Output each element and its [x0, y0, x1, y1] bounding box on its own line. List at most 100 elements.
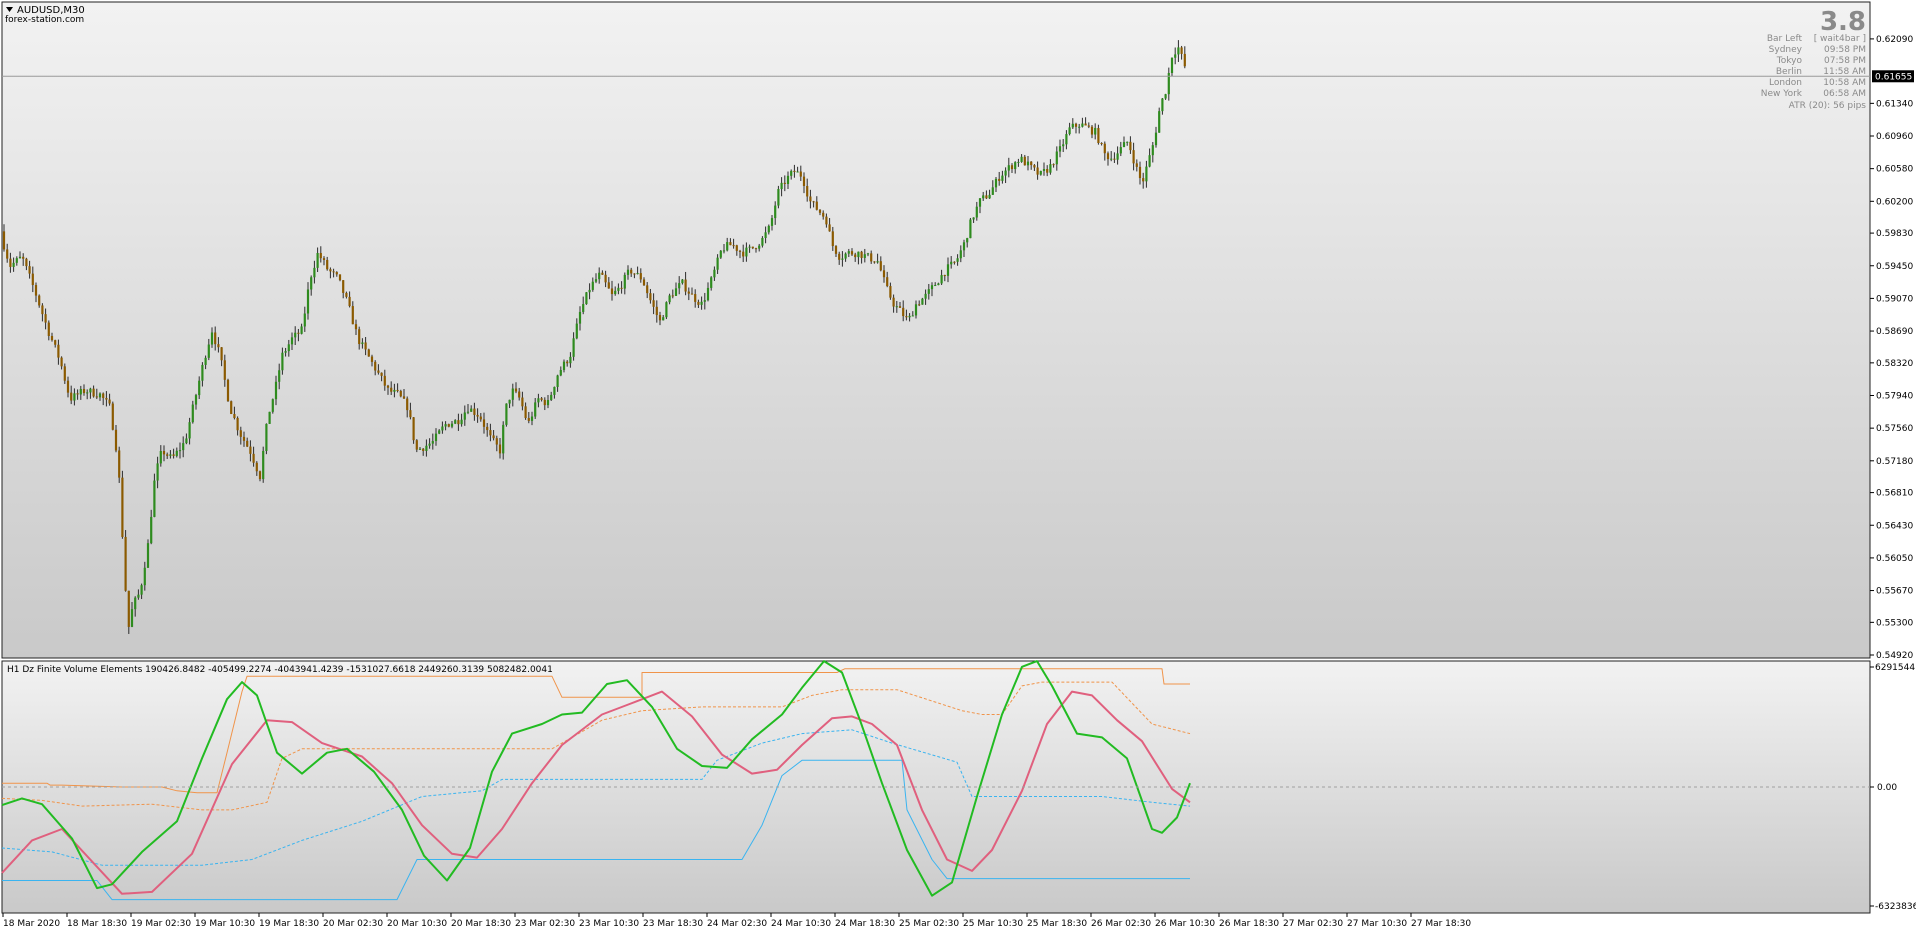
price-tick-label: 0.57180 [1876, 457, 1913, 467]
candle-body [150, 516, 153, 544]
candle-body [604, 274, 607, 283]
price-axis: 0.62090 0.61340 0.60960 0.60580 0.60200 0.598… [1870, 35, 1913, 661]
candle-body [895, 306, 898, 308]
candle-body [774, 205, 777, 219]
time-tick-label: 24 Mar 10:30 [771, 919, 831, 929]
candle-body [409, 410, 412, 418]
candle-body [335, 272, 338, 275]
candle-body [262, 450, 265, 480]
candle-body [447, 424, 450, 427]
candle-body [588, 289, 591, 293]
candle-body [271, 399, 274, 412]
candle-body [236, 417, 239, 431]
candle-body [130, 609, 134, 627]
price-tick-label: 0.60580 [1876, 165, 1913, 175]
price-tick-label: 0.57940 [1876, 392, 1913, 402]
candle-body [537, 398, 540, 403]
candle-body [412, 417, 415, 441]
candle-body [1158, 111, 1161, 133]
time-tick-label: 20 Mar 18:30 [451, 919, 511, 929]
candle-body [876, 261, 879, 263]
candle-body [710, 277, 713, 288]
price-tick-label: 0.59450 [1876, 262, 1913, 272]
candle-body [863, 254, 866, 258]
candle-body [105, 397, 108, 400]
candle-body [946, 264, 950, 276]
candle-body [108, 399, 111, 404]
candle-body [1084, 123, 1087, 126]
candle-body [639, 273, 642, 280]
session-clock-value: 11:58 AM [1823, 67, 1866, 77]
candle-body [1036, 167, 1039, 175]
candle-body [802, 176, 806, 186]
candle-body [690, 293, 694, 295]
candle-body [1007, 165, 1010, 171]
candle-body [476, 414, 479, 417]
candle-body [918, 304, 921, 306]
candle-body [857, 251, 860, 258]
candle-body [156, 463, 159, 481]
candle-body [470, 408, 473, 412]
candle-body [137, 594, 140, 598]
candle-body [255, 462, 258, 472]
price-tick-label: 0.55300 [1876, 618, 1913, 628]
candle-body [54, 340, 57, 345]
candle-body [658, 315, 662, 321]
candle-body [1071, 123, 1074, 128]
candle-body [751, 246, 754, 249]
candle-body [694, 294, 697, 302]
candle-body [406, 398, 409, 411]
candle-body [300, 326, 303, 334]
session-clock-label: Tokyo [1776, 56, 1803, 66]
candle-body [201, 364, 204, 381]
candle-body [1090, 126, 1094, 135]
candle-body [674, 288, 678, 296]
candle-body [460, 419, 463, 425]
candle-body [703, 300, 706, 302]
candle-body [498, 444, 502, 454]
price-panel[interactable] [1, 1, 1871, 659]
candle-body [66, 380, 70, 393]
candle-body [76, 393, 79, 395]
candle-body [799, 171, 802, 177]
candle-body [204, 357, 207, 365]
candle-body [226, 379, 230, 402]
session-clock-value: [ wait4bar ] [1814, 34, 1866, 44]
session-clock-label: London [1769, 78, 1802, 88]
candle-body [230, 401, 233, 414]
candle-body [38, 295, 41, 306]
candle-body [566, 361, 569, 364]
candle-body [486, 426, 489, 431]
candle-body [348, 296, 351, 307]
indicator-scale: 6291544.6 0.00 -6323836.4 [1870, 663, 1916, 912]
candle-body [415, 440, 418, 450]
price-tick-label: 0.60200 [1876, 197, 1913, 207]
candle-body [354, 324, 358, 330]
candle-body [748, 246, 751, 248]
candle-body [1046, 169, 1049, 173]
time-tick-label: 26 Mar 10:30 [1155, 919, 1215, 929]
candle-body [223, 360, 226, 380]
candle-body [89, 388, 92, 393]
candle-body [886, 277, 889, 287]
candle-body [735, 245, 738, 251]
candle-body [60, 357, 63, 367]
candle-body [332, 271, 335, 273]
price-tick-label: 0.57560 [1876, 424, 1913, 434]
candle-body [834, 246, 838, 254]
candle-body [780, 182, 783, 190]
candle-body [793, 170, 796, 172]
indicator-panel[interactable] [1, 660, 1871, 914]
candle-body [575, 323, 578, 339]
candle-body [927, 289, 930, 294]
candle-body [550, 394, 553, 401]
candle-body [1180, 47, 1183, 54]
candle-body [358, 329, 361, 345]
candle-body [134, 597, 137, 610]
time-tick-label: 18 Mar 2020 [3, 919, 60, 929]
candle-body [530, 416, 534, 421]
candle-body [1148, 155, 1151, 167]
candle-body [745, 247, 748, 257]
candle-body [31, 273, 34, 286]
candle-body [934, 285, 937, 287]
